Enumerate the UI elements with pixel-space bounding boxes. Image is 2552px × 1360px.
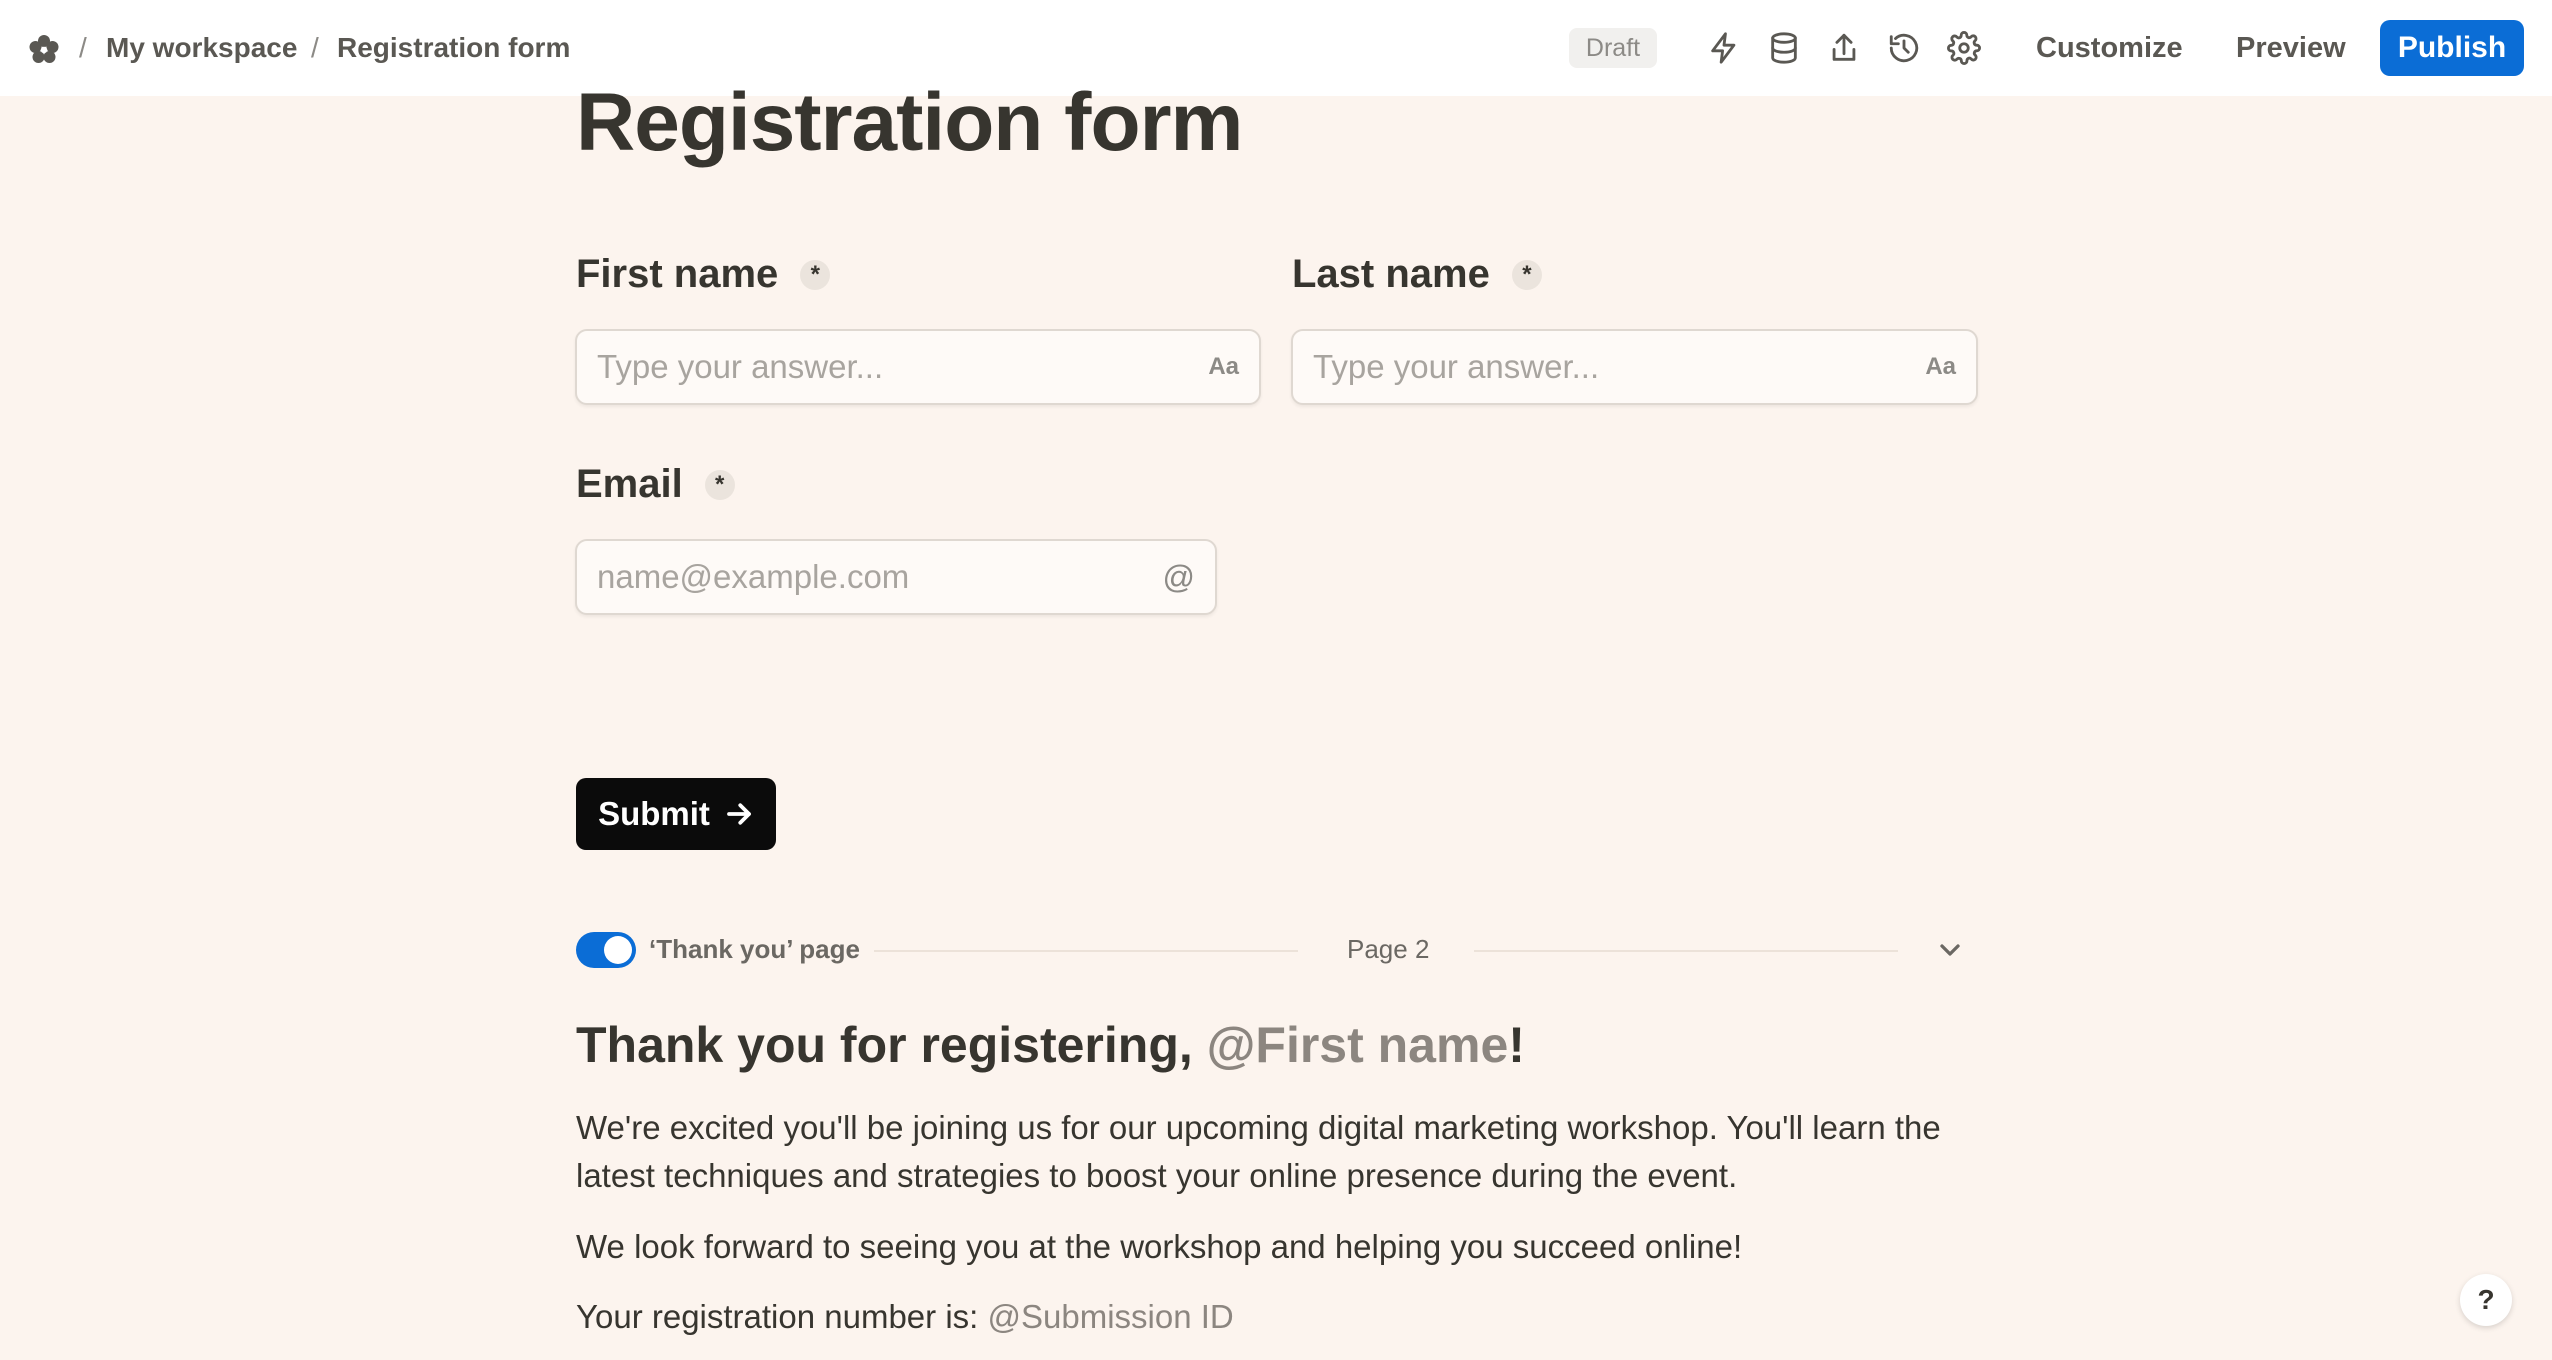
page-number-label: Page 2 — [1347, 934, 1430, 964]
preview-button[interactable]: Preview — [2228, 24, 2354, 72]
required-marker-icon: * — [800, 259, 831, 290]
last-name-label[interactable]: Last name * — [1292, 252, 1542, 297]
share-icon[interactable] — [1824, 28, 1864, 68]
email-field[interactable]: name@example.com @ — [575, 539, 1217, 615]
first-name-label[interactable]: First name * — [576, 252, 831, 297]
heading-suffix: ! — [1508, 1017, 1525, 1073]
gear-icon[interactable] — [1944, 28, 1984, 68]
bolt-icon[interactable] — [1704, 28, 1744, 68]
thank-you-heading[interactable]: Thank you for registering, @First name! — [576, 1016, 1525, 1074]
form-title[interactable]: Registration form — [576, 76, 1243, 170]
publish-button[interactable]: Publish — [2380, 20, 2524, 76]
customize-button[interactable]: Customize — [2028, 24, 2191, 72]
help-button[interactable]: ? — [2460, 1274, 2512, 1326]
thank-you-page-label: ‘Thank you’ page — [649, 934, 860, 964]
thank-you-page-toggle[interactable] — [576, 932, 636, 968]
app-logo-icon[interactable] — [26, 32, 62, 68]
input-placeholder: name@example.com — [597, 558, 910, 595]
status-badge: Draft — [1569, 28, 1657, 68]
email-label[interactable]: Email * — [576, 462, 735, 507]
thank-you-paragraph[interactable]: We're excited you'll be joining us for o… — [576, 1104, 1996, 1200]
input-placeholder: Type your answer... — [1313, 348, 1600, 385]
toggle-knob — [604, 936, 632, 964]
chevron-down-icon[interactable] — [1934, 934, 1966, 966]
first-name-mention[interactable]: @First name — [1207, 1017, 1509, 1073]
field-label-text: Email — [576, 462, 683, 506]
breadcrumb-workspace[interactable]: My workspace — [106, 32, 297, 64]
text-type-icon: Aa — [1208, 353, 1239, 380]
database-icon[interactable] — [1764, 28, 1804, 68]
last-name-input[interactable]: Type your answer... Aa — [1291, 329, 1978, 405]
divider — [874, 950, 1298, 952]
field-label-text: First name — [576, 252, 779, 296]
breadcrumb-separator: / — [79, 32, 87, 63]
breadcrumb-form[interactable]: Registration form — [337, 32, 570, 64]
top-bar: / My workspace / Registration form Draft… — [0, 0, 2552, 96]
registration-number-paragraph[interactable]: Your registration number is: @Submission… — [576, 1293, 1996, 1341]
required-marker-icon: * — [1511, 259, 1542, 290]
thank-you-paragraph[interactable]: We look forward to seeing you at the wor… — [576, 1223, 1996, 1271]
arrow-right-icon — [727, 803, 751, 825]
submit-label: Submit — [598, 795, 710, 832]
at-sign-icon: @ — [1162, 558, 1195, 595]
history-icon[interactable] — [1884, 28, 1924, 68]
input-placeholder: Type your answer... — [597, 348, 884, 385]
text-type-icon: Aa — [1925, 353, 1956, 380]
breadcrumb-separator: / — [311, 32, 319, 63]
submit-button[interactable]: Submit — [576, 778, 776, 850]
field-label-text: Last name — [1292, 252, 1490, 296]
required-marker-icon: * — [704, 469, 735, 500]
heading-text: Thank you for registering, — [576, 1017, 1207, 1073]
paragraph-text: Your registration number is: — [576, 1298, 988, 1335]
first-name-input[interactable]: Type your answer... Aa — [575, 329, 1261, 405]
divider — [1474, 950, 1898, 952]
submission-id-mention[interactable]: @Submission ID — [988, 1298, 1234, 1335]
